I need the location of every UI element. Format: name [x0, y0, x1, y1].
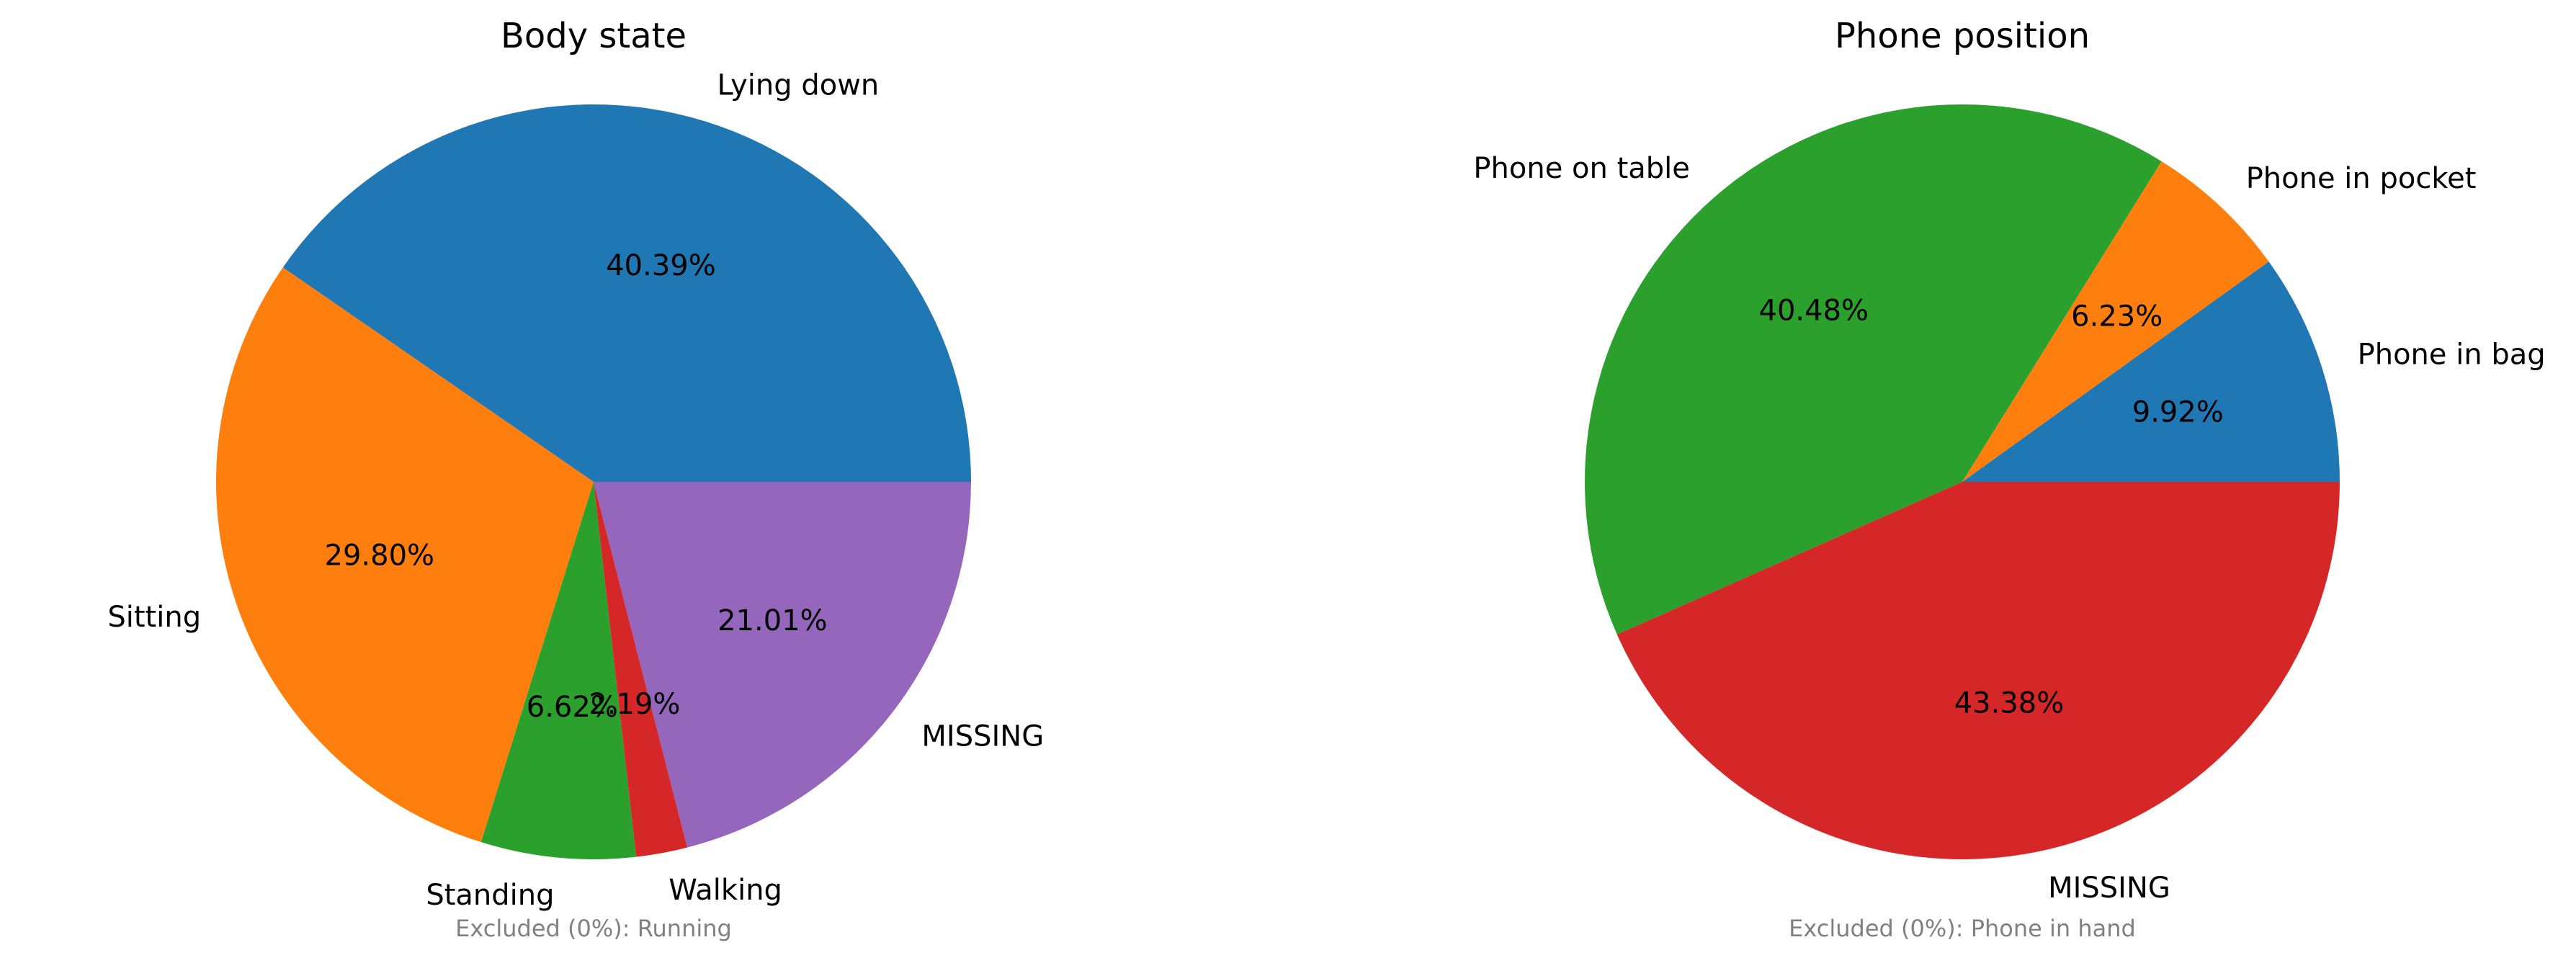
slice-label-walking: Walking	[668, 874, 782, 907]
excluded-note: Excluded (0%): Running	[455, 915, 732, 942]
slice-percent-phone-on-table: 40.48%	[1759, 295, 1869, 328]
slice-percent-phone-in-pocket: 6.23%	[2071, 300, 2163, 333]
slice-percent-lying-down: 40.39%	[606, 249, 716, 282]
slice-percent-sitting: 29.80%	[325, 539, 435, 573]
slice-percent-phone-in-bag: 9.92%	[2132, 396, 2224, 429]
chart-title: Body state	[501, 16, 687, 56]
slice-label-missing: MISSING	[2048, 872, 2170, 905]
slice-label-standing: Standing	[426, 879, 554, 912]
slice-percent-missing: 21.01%	[717, 604, 828, 637]
slice-label-phone-on-table: Phone on table	[1473, 152, 1689, 185]
slice-label-phone-in-bag: Phone in bag	[2358, 338, 2546, 371]
pie-slices	[216, 104, 972, 859]
chart-title: Phone position	[1835, 16, 2090, 56]
slice-label-lying-down: Lying down	[717, 69, 880, 102]
figure-canvas: Body state Lying down 40.39% Sitting 29.80%…	[107, 16, 2545, 942]
slice-label-sitting: Sitting	[107, 601, 201, 634]
slice-percent-walking: 2.19%	[589, 688, 680, 721]
pie-chart-body-state: Body state Lying down 40.39% Sitting 29.80%…	[107, 16, 1044, 942]
pie-slices	[1584, 104, 2340, 859]
slice-percent-missing: 43.38%	[1954, 687, 2065, 720]
slice-label-missing: MISSING	[921, 720, 1044, 753]
excluded-note: Excluded (0%): Phone in hand	[1789, 915, 2136, 942]
slice-label-phone-in-pocket: Phone in pocket	[2246, 162, 2477, 195]
pie-chart-phone-position: Phone position Phone in bag 9.92% Phone in…	[1473, 16, 2545, 942]
